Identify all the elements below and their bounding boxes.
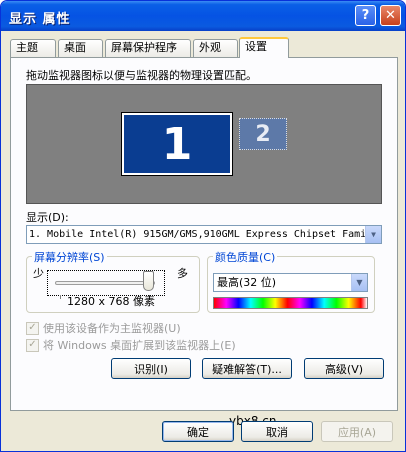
monitor-1-number: 1 <box>161 118 193 170</box>
color-sample-bar <box>213 297 368 309</box>
slider-tick <box>60 295 61 299</box>
primary-monitor-checkbox-row: ✓ 使用该设备作为主监视器(U) <box>26 320 181 336</box>
color-quality-value: 最高(32 位) <box>217 276 277 289</box>
chevron-down-icon: ▼ <box>356 278 363 287</box>
display-label: 显示(D): <box>26 211 69 224</box>
resolution-slider[interactable] <box>55 281 155 285</box>
tab-settings[interactable]: 设置 <box>239 37 289 58</box>
display-properties-window: 显示 属性 ? ✕ 主题 桌面 屏幕保护程序 外观 设置 拖动监视器图标以便与监… <box>0 0 406 452</box>
color-quality-dropdown-button[interactable]: ▼ <box>351 274 367 291</box>
settings-panel: 拖动监视器图标以便与监视器的物理设置匹配。 1 2 显示(D): 1. Mobi… <box>10 57 398 411</box>
troubleshoot-button[interactable]: 疑难解答(T)... <box>202 358 292 379</box>
primary-monitor-checkbox: ✓ <box>26 321 39 335</box>
display-select-value: 1. Mobile Intel(R) 915GM/GMS,910GML Expr… <box>29 229 379 240</box>
advanced-button[interactable]: 高级(V) <box>304 358 384 379</box>
tab-desktop[interactable]: 桌面 <box>58 39 103 57</box>
close-button[interactable]: ✕ <box>380 5 401 26</box>
tab-screensaver[interactable]: 屏幕保护程序 <box>105 39 191 57</box>
monitor-2-number: 2 <box>255 121 271 147</box>
help-button[interactable]: ? <box>355 5 376 26</box>
monitor-arrangement-area[interactable]: 1 2 <box>26 84 382 204</box>
extend-desktop-checkbox: ✓ <box>26 338 39 352</box>
color-quality-select[interactable]: 最高(32 位) ▼ <box>213 273 368 292</box>
color-quality-group: 颜色质量(C) 最高(32 位) ▼ <box>207 249 375 313</box>
monitor-1[interactable]: 1 <box>121 112 233 176</box>
close-icon: ✕ <box>385 8 396 23</box>
window-title: 显示 属性 <box>9 12 71 27</box>
instruction-text: 拖动监视器图标以便与监视器的物理设置匹配。 <box>26 69 257 82</box>
ok-button[interactable]: 确定 <box>162 421 234 442</box>
chevron-down-icon: ▼ <box>371 230 376 239</box>
resolution-title: 屏幕分辨率(S) <box>32 249 107 265</box>
extend-desktop-label: 将 Windows 桌面扩展到该监视器上(E) <box>43 339 236 352</box>
help-icon: ? <box>361 8 370 23</box>
less-label: 少 <box>33 267 44 280</box>
cancel-button[interactable]: 取消 <box>241 421 313 442</box>
resolution-group: 屏幕分辨率(S) 少 多 1280 x 768 像素 <box>26 249 200 313</box>
primary-monitor-label: 使用该设备作为主监视器(U) <box>43 322 181 335</box>
extend-desktop-checkbox-row: ✓ 将 Windows 桌面扩展到该监视器上(E) <box>26 337 236 353</box>
tab-themes[interactable]: 主题 <box>10 39 56 57</box>
color-quality-title: 颜色质量(C) <box>213 249 278 265</box>
display-dropdown-button[interactable]: ▼ <box>365 226 381 243</box>
resolution-value: 1280 x 768 像素 <box>67 295 155 308</box>
more-label: 多 <box>177 267 188 280</box>
identify-button[interactable]: 识别(I) <box>111 358 191 379</box>
resolution-slider-thumb[interactable] <box>142 271 154 291</box>
display-select[interactable]: 1. Mobile Intel(R) 915GM/GMS,910GML Expr… <box>26 225 382 244</box>
title-bar[interactable]: 显示 属性 ? ✕ <box>1 1 405 31</box>
monitor-2[interactable]: 2 <box>239 118 287 150</box>
apply-button[interactable]: 应用(A) <box>321 421 393 442</box>
tab-appearance[interactable]: 外观 <box>193 39 238 57</box>
